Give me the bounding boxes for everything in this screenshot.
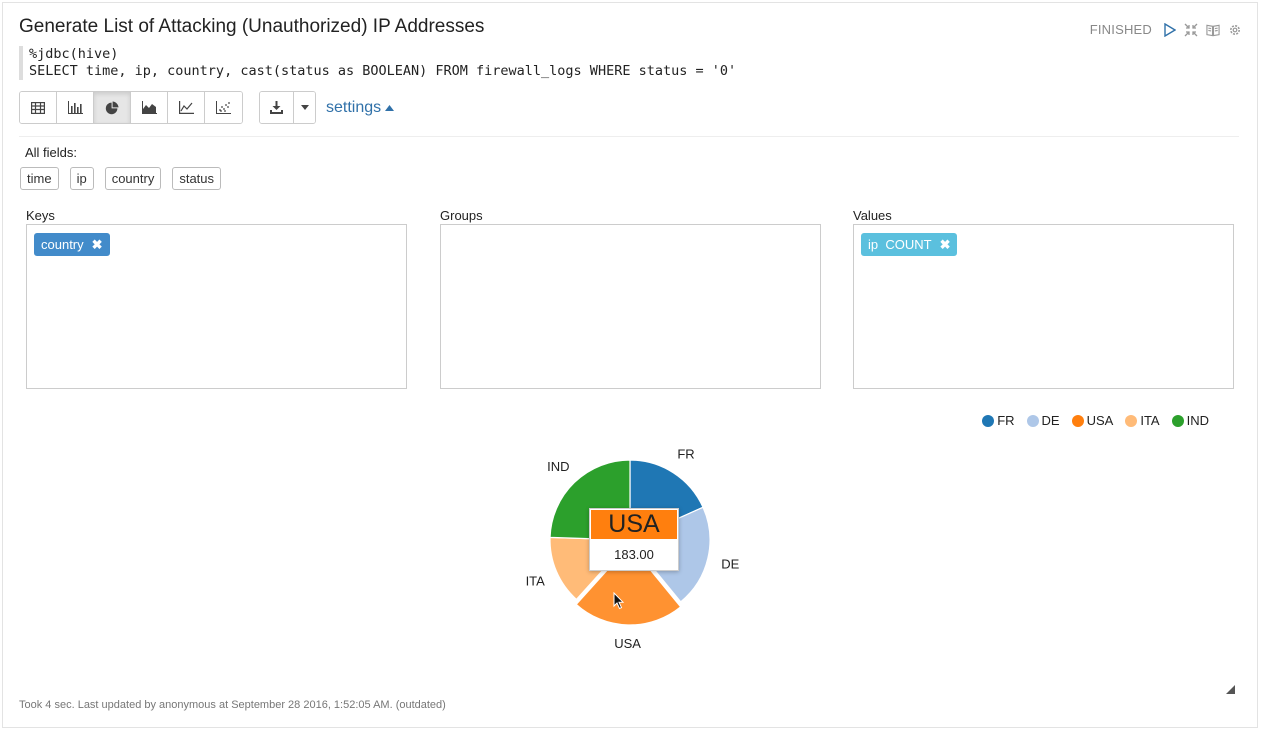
pie-label-de: DE bbox=[721, 557, 739, 572]
pie-label-usa: USA bbox=[614, 636, 641, 651]
mouse-cursor-icon bbox=[613, 592, 625, 610]
tooltip-value: 183.00 bbox=[614, 547, 654, 562]
tooltip-label: USA bbox=[591, 510, 677, 539]
pie-label-ita: ITA bbox=[526, 573, 546, 588]
resize-handle-icon[interactable] bbox=[1226, 685, 1235, 694]
pie-label-ind: IND bbox=[547, 459, 569, 474]
pie-chart: FR DE USA ITA IND bbox=[526, 447, 740, 651]
paragraph-footer: Took 4 sec. Last updated by anonymous at… bbox=[19, 699, 446, 711]
pie-label-fr: FR bbox=[677, 447, 694, 462]
chart-tooltip: USA 183.00 bbox=[589, 508, 679, 571]
